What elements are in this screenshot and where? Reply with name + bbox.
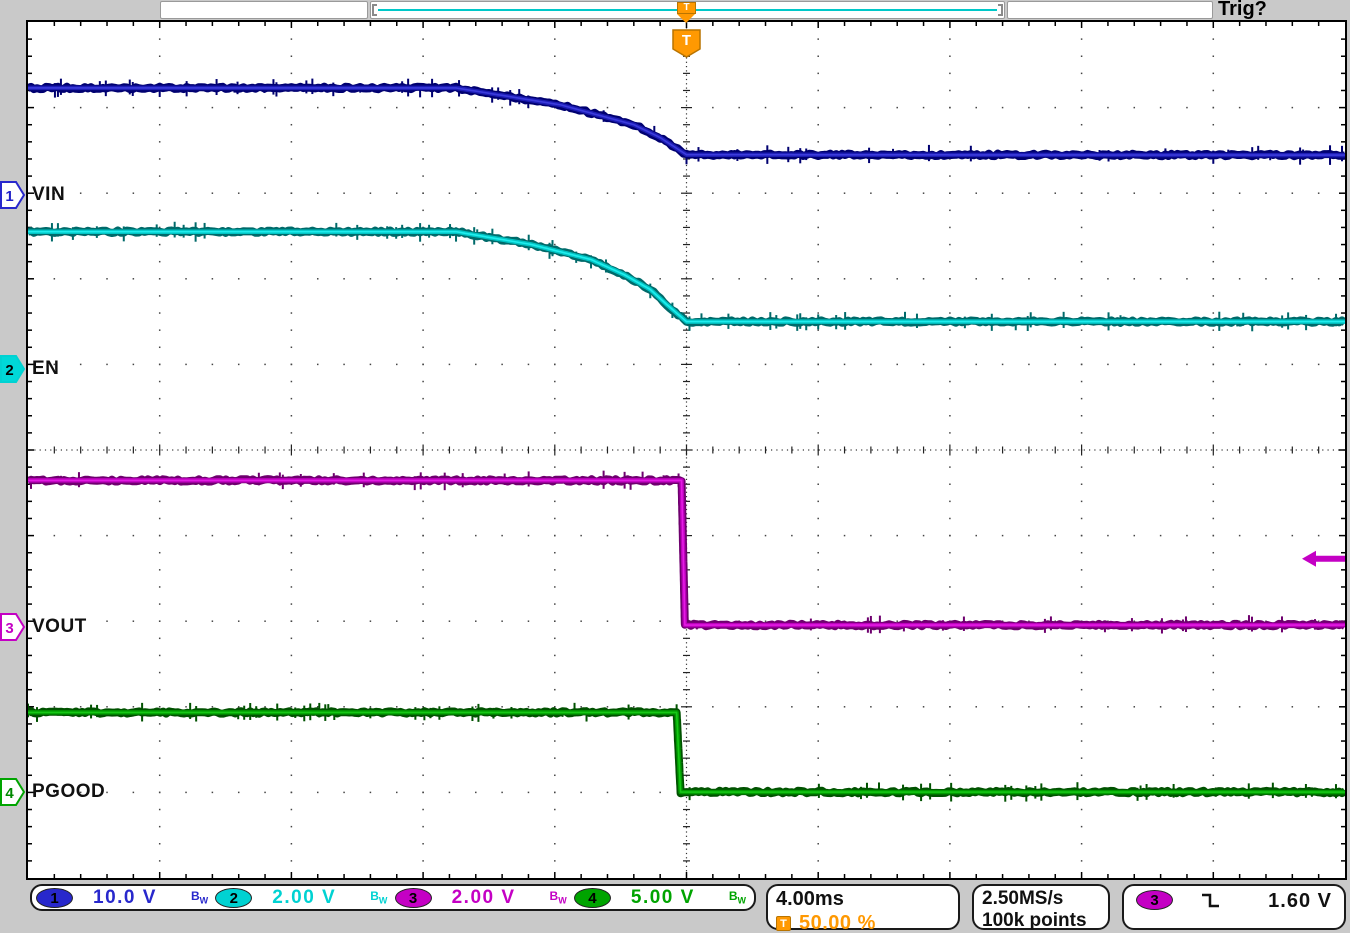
trigger-position-marker-arrow bbox=[677, 14, 695, 23]
channel2-badge[interactable]: 2 bbox=[215, 888, 252, 908]
record-view-scrollbar[interactable]: T bbox=[370, 1, 1005, 19]
top-right-readout-box bbox=[1007, 1, 1213, 19]
channel1-position-marker[interactable]: 1 bbox=[0, 180, 26, 210]
channel3-scale: 2.00 V bbox=[452, 887, 516, 909]
channel1-scale: 10.0 V bbox=[93, 887, 157, 909]
channel4-waveform-label: PGOOD bbox=[32, 781, 105, 803]
channel1-waveform-label: VIN bbox=[32, 184, 65, 206]
channel4-bandwidth-icon: BW bbox=[729, 890, 746, 905]
oscilloscope-screen: T Trig? T VIN EN VOUT PGOOD 1 2 3 4 1 10… bbox=[0, 0, 1350, 933]
timebase-scale: 4.00ms bbox=[776, 888, 950, 911]
channel3-bandwidth-icon: BW bbox=[550, 890, 567, 905]
bottom-readout-bar: 1 10.0 V BW 2 2.00 V BW 3 2.00 V BW 4 5.… bbox=[0, 880, 1350, 933]
svg-text:T: T bbox=[682, 32, 691, 49]
record-length: 100k points bbox=[982, 910, 1100, 932]
svg-text:4: 4 bbox=[5, 785, 14, 802]
top-left-readout-box bbox=[160, 1, 368, 19]
trigger-t-icon: T bbox=[776, 916, 791, 931]
trigger-position-percent: 50.00 % bbox=[799, 912, 876, 933]
channel3-position-marker[interactable]: 3 bbox=[0, 612, 26, 642]
falling-edge-icon bbox=[1199, 892, 1223, 910]
graticule-area: T VIN EN VOUT PGOOD bbox=[26, 20, 1347, 880]
channel4-badge[interactable]: 4 bbox=[574, 888, 611, 908]
channel4-position-marker[interactable]: 4 bbox=[0, 777, 26, 807]
sample-rate: 2.50MS/s bbox=[982, 888, 1100, 910]
channel3-badge[interactable]: 3 bbox=[395, 888, 432, 908]
svg-text:3: 3 bbox=[5, 620, 13, 637]
record-window-left-bracket bbox=[372, 4, 377, 16]
waveform-canvas: T bbox=[28, 22, 1345, 878]
top-status-bar: T Trig? bbox=[0, 0, 1350, 20]
svg-text:2: 2 bbox=[5, 362, 13, 379]
channel4-readout[interactable]: 4 5.00 V BW bbox=[574, 887, 746, 909]
channel4-scale: 5.00 V bbox=[631, 887, 695, 909]
channel1-badge[interactable]: 1 bbox=[36, 888, 73, 908]
trigger-level-arrow bbox=[1302, 551, 1345, 567]
record-window-right-bracket bbox=[998, 4, 1003, 16]
acquisition-readout[interactable]: 2.50MS/s 100k points bbox=[972, 884, 1110, 930]
channel2-scale: 2.00 V bbox=[272, 887, 336, 909]
channel3-readout[interactable]: 3 2.00 V BW bbox=[395, 887, 567, 909]
trigger-position-marker-icon[interactable]: T bbox=[677, 2, 696, 14]
channel1-bandwidth-icon: BW bbox=[191, 890, 208, 905]
trigger-source-badge[interactable]: 3 bbox=[1136, 890, 1173, 910]
svg-text:1: 1 bbox=[5, 188, 13, 205]
trigger-status-label: Trig? bbox=[1218, 0, 1267, 21]
trigger-readout[interactable]: 3 1.60 V bbox=[1122, 884, 1346, 930]
channel2-position-marker[interactable]: 2 bbox=[0, 354, 26, 384]
trigger-level-value: 1.60 V bbox=[1268, 890, 1332, 913]
channel2-readout[interactable]: 2 2.00 V BW bbox=[215, 887, 387, 909]
channel2-bandwidth-icon: BW bbox=[370, 890, 387, 905]
channel1-readout[interactable]: 1 10.0 V BW bbox=[36, 887, 208, 909]
channel2-waveform-label: EN bbox=[32, 358, 59, 380]
horizontal-readout[interactable]: 4.00ms T 50.00 % bbox=[766, 884, 960, 930]
channel3-waveform-label: VOUT bbox=[32, 616, 87, 638]
channel-scales-readout[interactable]: 1 10.0 V BW 2 2.00 V BW 3 2.00 V BW 4 5.… bbox=[30, 884, 756, 911]
